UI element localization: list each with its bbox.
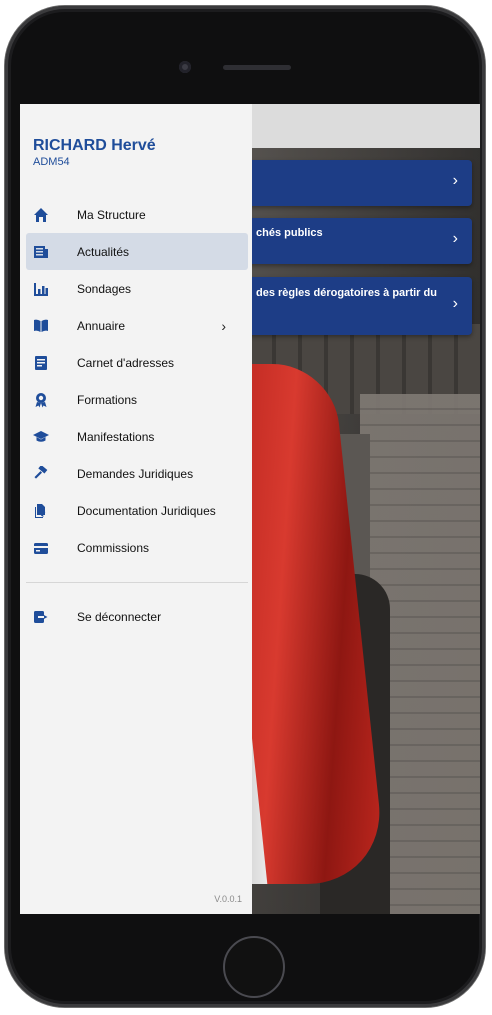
menu-item-label: Actualités — [77, 244, 130, 259]
home-icon — [33, 207, 49, 223]
menu-item-manifestations[interactable]: Manifestations — [26, 418, 248, 455]
menu-item-commissions[interactable]: Commissions — [26, 529, 248, 566]
menu-item-label: Annuaire — [77, 318, 126, 333]
drawer-divider — [26, 582, 248, 583]
user-name: RICHARD Hervé — [33, 137, 156, 154]
book-open-icon — [33, 318, 49, 334]
menu-item-label: Demandes Juridiques — [77, 466, 194, 481]
chevron-right-icon: › — [452, 230, 458, 247]
menu-item-annuaire[interactable]: Annuaire › — [26, 307, 248, 344]
bar-chart-icon — [33, 281, 49, 297]
documents-icon — [33, 503, 49, 519]
chevron-right-icon: › — [452, 172, 458, 189]
menu-item-label: Carnet d'adresses — [77, 355, 175, 370]
logout-section: Se déconnecter — [26, 598, 248, 635]
menu-item-ma-structure[interactable]: Ma Structure — [26, 196, 248, 233]
logout-icon — [33, 609, 49, 625]
graduation-cap-icon — [33, 429, 49, 445]
home-button[interactable] — [223, 936, 285, 998]
menu-item-label: Manifestations — [77, 429, 155, 444]
app-version: V.0.0.1 — [214, 894, 242, 904]
gavel-icon — [33, 465, 49, 482]
news-card-3-text: des règles dérogatoires à partir du — [256, 287, 437, 299]
logout-label: Se déconnecter — [77, 609, 162, 624]
menu-item-carnet-adresses[interactable]: Carnet d'adresses — [26, 344, 248, 381]
menu-item-sondages[interactable]: Sondages — [26, 270, 248, 307]
card-icon — [33, 540, 49, 556]
news-icon — [33, 244, 49, 260]
drawer-menu: Ma Structure Actualités Sondages Annuair… — [26, 196, 248, 566]
news-card-3[interactable]: des règles dérogatoires à partir du › — [248, 277, 472, 335]
news-card-1[interactable]: › — [248, 160, 472, 206]
earpiece-speaker — [223, 65, 291, 70]
menu-item-documentation-juridiques[interactable]: Documentation Juridiques — [26, 492, 248, 529]
front-camera — [179, 61, 191, 73]
app-screen: › chés publics › des règles dérogatoires… — [20, 104, 480, 914]
address-book-icon — [33, 355, 49, 371]
menu-item-demandes-juridiques[interactable]: Demandes Juridiques — [26, 455, 248, 492]
news-card-2[interactable]: chés publics › — [248, 218, 472, 264]
navigation-drawer: RICHARD Hervé ADM54 Ma Structure Actuali… — [20, 104, 252, 914]
menu-item-actualites[interactable]: Actualités — [26, 233, 248, 270]
menu-item-formations[interactable]: Formations — [26, 381, 248, 418]
user-code: ADM54 — [33, 156, 70, 168]
news-card-2-text: chés publics — [256, 227, 323, 239]
menu-item-label: Formations — [77, 392, 138, 407]
award-icon — [33, 392, 49, 408]
chevron-right-icon: › — [452, 295, 458, 312]
menu-item-label: Sondages — [77, 281, 132, 296]
chevron-right-icon: › — [221, 317, 226, 334]
menu-item-label: Commissions — [77, 540, 150, 555]
logout-button[interactable]: Se déconnecter — [26, 598, 248, 635]
menu-item-label: Documentation Juridiques — [77, 503, 216, 518]
menu-item-label: Ma Structure — [77, 207, 146, 222]
